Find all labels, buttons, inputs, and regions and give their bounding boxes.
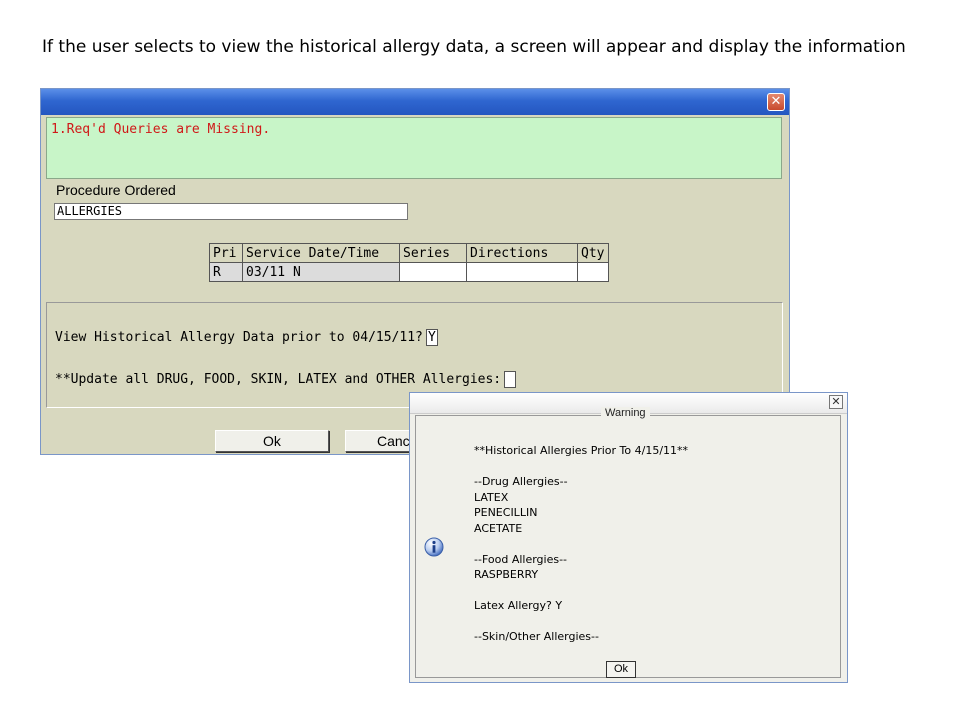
warning-line — [474, 536, 688, 552]
warning-line: PENECILLIN — [474, 506, 538, 519]
close-icon[interactable]: ✕ — [767, 93, 785, 111]
warning-line: **Historical Allergies Prior To 4/15/11*… — [474, 444, 689, 457]
history-question: View Historical Allergy Data prior to 04… — [55, 329, 438, 346]
update-question-label: **Update all DRUG, FOOD, SKIN, LATEX and… — [55, 372, 502, 387]
warning-line: ACETATE — [474, 521, 523, 535]
warning-dialog: ✕ Warning **Historical Allergies Prior T… — [409, 392, 848, 683]
table-header-row: Pri Service Date/Time Series Directions … — [209, 243, 609, 263]
warning-line: --Food Allergies-- — [474, 552, 568, 566]
table-row[interactable]: R 03/11 N — [209, 262, 609, 282]
service-table: Pri Service Date/Time Series Directions … — [209, 243, 609, 282]
ok-button[interactable]: Ok — [215, 430, 329, 452]
column-header-service-date: Service Date/Time — [242, 243, 400, 263]
warning-title: Warning — [601, 407, 650, 419]
error-message-box: 1.Req'd Queries are Missing. — [46, 117, 782, 179]
warning-line: --Drug Allergies-- — [474, 475, 568, 488]
column-header-directions: Directions — [466, 243, 578, 263]
warning-line — [474, 459, 688, 475]
window-titlebar: ✕ — [41, 89, 789, 115]
warning-line: Latex Allergy? Y — [474, 599, 563, 612]
history-question-label: View Historical Allergy Data prior to 04… — [55, 330, 423, 345]
slide-caption: If the user selects to view the historic… — [42, 37, 906, 57]
warning-line — [474, 614, 688, 630]
column-header-series: Series — [399, 243, 467, 263]
close-icon[interactable]: ✕ — [829, 395, 843, 409]
cell-service-date[interactable]: 03/11 N — [242, 262, 400, 282]
warning-ok-button[interactable]: Ok — [606, 661, 636, 678]
cell-directions[interactable] — [466, 262, 578, 282]
procedure-input[interactable]: ALLERGIES — [54, 203, 408, 220]
column-header-qty: Qty — [577, 243, 609, 263]
column-header-pri: Pri — [209, 243, 243, 263]
cell-qty[interactable] — [577, 262, 609, 282]
info-icon — [424, 537, 444, 557]
warning-line — [474, 583, 688, 599]
warning-line: LATEX — [474, 490, 509, 504]
update-answer-field[interactable] — [504, 371, 517, 388]
error-message: 1.Req'd Queries are Missing. — [51, 122, 271, 137]
cell-pri[interactable]: R — [209, 262, 243, 282]
warning-line: RASPBERRY — [474, 568, 539, 581]
warning-message: **Historical Allergies Prior To 4/15/11*… — [474, 443, 688, 645]
update-question: **Update all DRUG, FOOD, SKIN, LATEX and… — [55, 371, 517, 388]
cell-series[interactable] — [399, 262, 467, 282]
procedure-label: Procedure Ordered — [56, 182, 176, 198]
warning-line: --Skin/Other Allergies-- — [474, 630, 599, 643]
history-answer-field[interactable]: Y — [425, 329, 438, 346]
